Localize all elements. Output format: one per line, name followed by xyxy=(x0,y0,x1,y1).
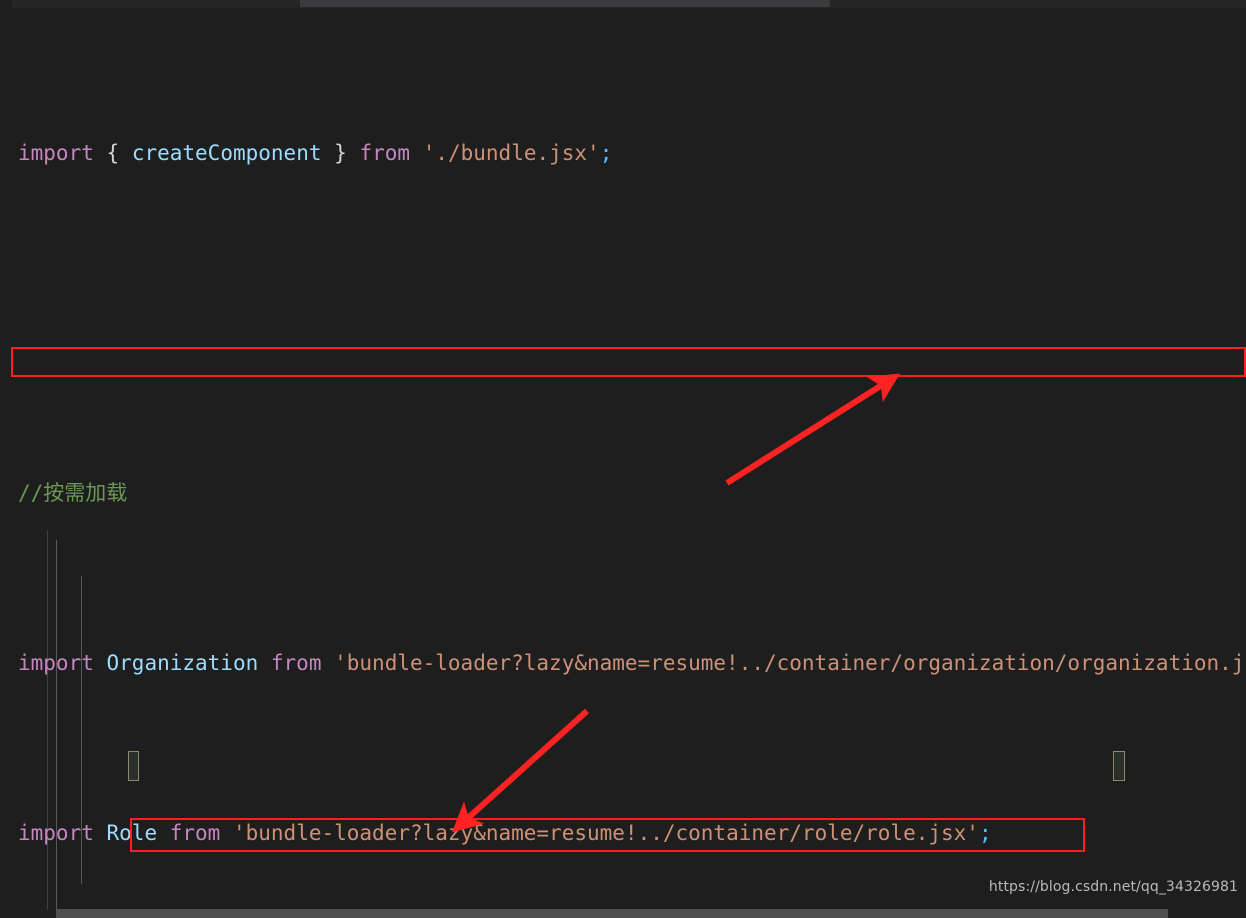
watermark-url: https://blog.csdn.net/qq_34326981 xyxy=(988,879,1238,895)
code-content[interactable]: import { createComponent } from './bundl… xyxy=(0,0,1246,918)
keyword-import: import xyxy=(18,141,94,165)
code-line-1[interactable]: import { createComponent } from './bundl… xyxy=(0,136,1246,170)
identifier-organization: Organization xyxy=(106,651,259,675)
semicolon: ; xyxy=(978,821,992,845)
semicolon: ; xyxy=(599,141,613,165)
string-import-source: 'bundle-loader?lazy&name=resume!../conta… xyxy=(334,651,1246,675)
indent-guide-level-1 xyxy=(56,540,57,910)
keyword-from: from xyxy=(169,821,221,845)
indent-guide-level-2 xyxy=(81,576,82,884)
code-editor[interactable]: import { createComponent } from './bundl… xyxy=(0,0,1246,918)
bracket-match-open xyxy=(128,751,139,781)
brace-close: } xyxy=(334,141,347,165)
keyword-from: from xyxy=(359,141,411,165)
code-line-5[interactable]: import Role from 'bundle-loader?lazy&nam… xyxy=(0,816,1246,850)
code-line-3[interactable]: //按需加载 xyxy=(0,476,1246,510)
horizontal-scrollbar[interactable] xyxy=(56,909,1168,918)
code-line-2[interactable] xyxy=(0,306,1246,340)
identifier-createcomponent: createComponent xyxy=(131,141,322,165)
keyword-from: from xyxy=(270,651,322,675)
brace-open: { xyxy=(106,141,120,165)
code-line-4[interactable]: import Organization from 'bundle-loader?… xyxy=(0,646,1246,680)
string-bundle-path: './bundle.jsx' xyxy=(422,141,600,165)
comment-lazy-load: //按需加载 xyxy=(18,481,128,505)
identifier-role: Role xyxy=(106,821,158,845)
string-import-source: 'bundle-loader?lazy&name=resume!../conta… xyxy=(232,821,979,845)
bracket-match-close xyxy=(1113,751,1125,781)
